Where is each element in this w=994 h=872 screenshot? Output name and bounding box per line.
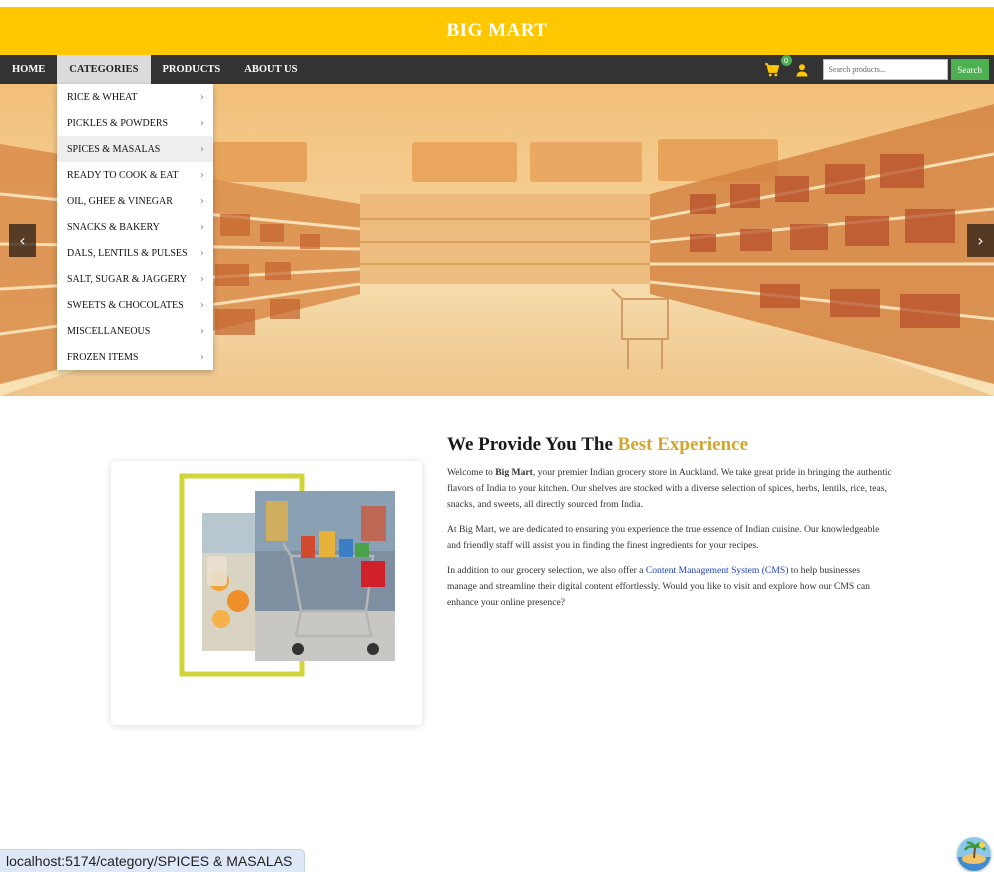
category-label: SWEETS & CHOCOLATES [67, 299, 184, 311]
about-paragraph-3: In addition to our grocery selection, we… [447, 563, 892, 611]
chevron-right-icon: › [200, 221, 204, 233]
cart-icon [764, 62, 779, 76]
about-image-card [111, 461, 422, 725]
nav-products[interactable]: PRODUCTS [151, 55, 233, 84]
categories-dropdown: RICE & WHEAT › PICKLES & POWDERS › SPICES … [57, 84, 213, 370]
user-icon[interactable] [795, 63, 809, 77]
category-pickles-powders[interactable]: PICKLES & POWDERS › [57, 110, 213, 136]
carousel-next-button[interactable]: › [967, 224, 994, 257]
category-label: MISCELLANEOUS [67, 325, 151, 337]
cms-link[interactable]: Content Management System (CMS) [646, 565, 789, 576]
about-section: We Provide You The Best Experience Welco… [447, 434, 892, 620]
shopping-cart-illustration [179, 473, 395, 677]
category-sweets-chocolates[interactable]: SWEETS & CHOCOLATES › [57, 292, 213, 318]
chevron-right-icon: › [200, 325, 204, 337]
category-snacks-bakery[interactable]: SNACKS & BAKERY › [57, 214, 213, 240]
search-input[interactable] [822, 59, 948, 80]
category-label: SPICES & MASALAS [67, 143, 161, 155]
nav-categories[interactable]: CATEGORIES [57, 55, 151, 84]
browser-status-url: localhost:5174/category/SPICES & MASALAS [0, 849, 306, 872]
chevron-right-icon: › [200, 169, 204, 181]
category-label: RICE & WHEAT [67, 91, 138, 103]
main-navbar: HOME CATEGORIES PRODUCTS ABOUT US 0 Sear… [0, 54, 994, 84]
category-label: READY TO COOK & EAT [67, 169, 179, 181]
chevron-right-icon: › [200, 299, 204, 311]
category-rice-wheat[interactable]: RICE & WHEAT › [57, 84, 213, 110]
category-dals-lentils[interactable]: DALS, LENTILS & PULSES › [57, 240, 213, 266]
category-label: OIL, GHEE & VINEGAR [67, 195, 173, 207]
category-label: PICKLES & POWDERS [67, 117, 169, 129]
chevron-right-icon: › [200, 143, 204, 155]
chevron-right-icon: › [200, 351, 204, 363]
brand-header: BIG MART [0, 7, 994, 55]
carousel-prev-button[interactable]: ‹ [9, 224, 36, 257]
category-label: SNACKS & BAKERY [67, 221, 160, 233]
nav-about-us[interactable]: ABOUT US [232, 55, 309, 84]
chevron-right-icon: › [200, 273, 204, 285]
category-frozen-items[interactable]: FROZEN ITEMS › [57, 344, 213, 370]
p1-brand-bold: Big Mart [495, 467, 533, 478]
island-logo-icon [957, 837, 991, 871]
cart-button[interactable]: 0 [764, 54, 792, 78]
floating-avatar-button[interactable] [957, 837, 991, 871]
chevron-right-icon: › [200, 247, 204, 259]
p3-text-a: In addition to our grocery selection, we… [447, 565, 646, 576]
about-heading-highlight: Best Experience [617, 434, 748, 455]
about-heading-text: We Provide You The [447, 434, 618, 455]
top-strip [0, 0, 994, 7]
about-heading: We Provide You The Best Experience [447, 434, 892, 456]
about-paragraph-2: At Big Mart, we are dedicated to ensurin… [447, 524, 880, 551]
chevron-right-icon: › [200, 117, 204, 129]
category-salt-sugar[interactable]: SALT, SUGAR & JAGGERY › [57, 266, 213, 292]
category-miscellaneous[interactable]: MISCELLANEOUS › [57, 318, 213, 344]
category-oil-ghee-vinegar[interactable]: OIL, GHEE & VINEGAR › [57, 188, 213, 214]
about-paragraph-1: Welcome to Big Mart, your premier Indian… [447, 465, 892, 513]
category-ready-to-cook[interactable]: READY TO COOK & EAT › [57, 162, 213, 188]
category-label: SALT, SUGAR & JAGGERY [67, 273, 188, 285]
category-label: DALS, LENTILS & PULSES [67, 247, 188, 259]
category-spices-masalas[interactable]: SPICES & MASALAS › [57, 136, 213, 162]
brand-name[interactable]: BIG MART [447, 20, 548, 42]
nav-actions: 0 Search [764, 54, 989, 84]
category-label: FROZEN ITEMS [67, 351, 139, 363]
search-button[interactable]: Search [950, 59, 989, 80]
p1-text-a: Welcome to [447, 467, 496, 478]
chevron-right-icon: › [200, 195, 204, 207]
nav-home[interactable]: HOME [0, 55, 57, 84]
cart-count-badge: 0 [780, 54, 792, 66]
chevron-right-icon: › [200, 91, 204, 103]
